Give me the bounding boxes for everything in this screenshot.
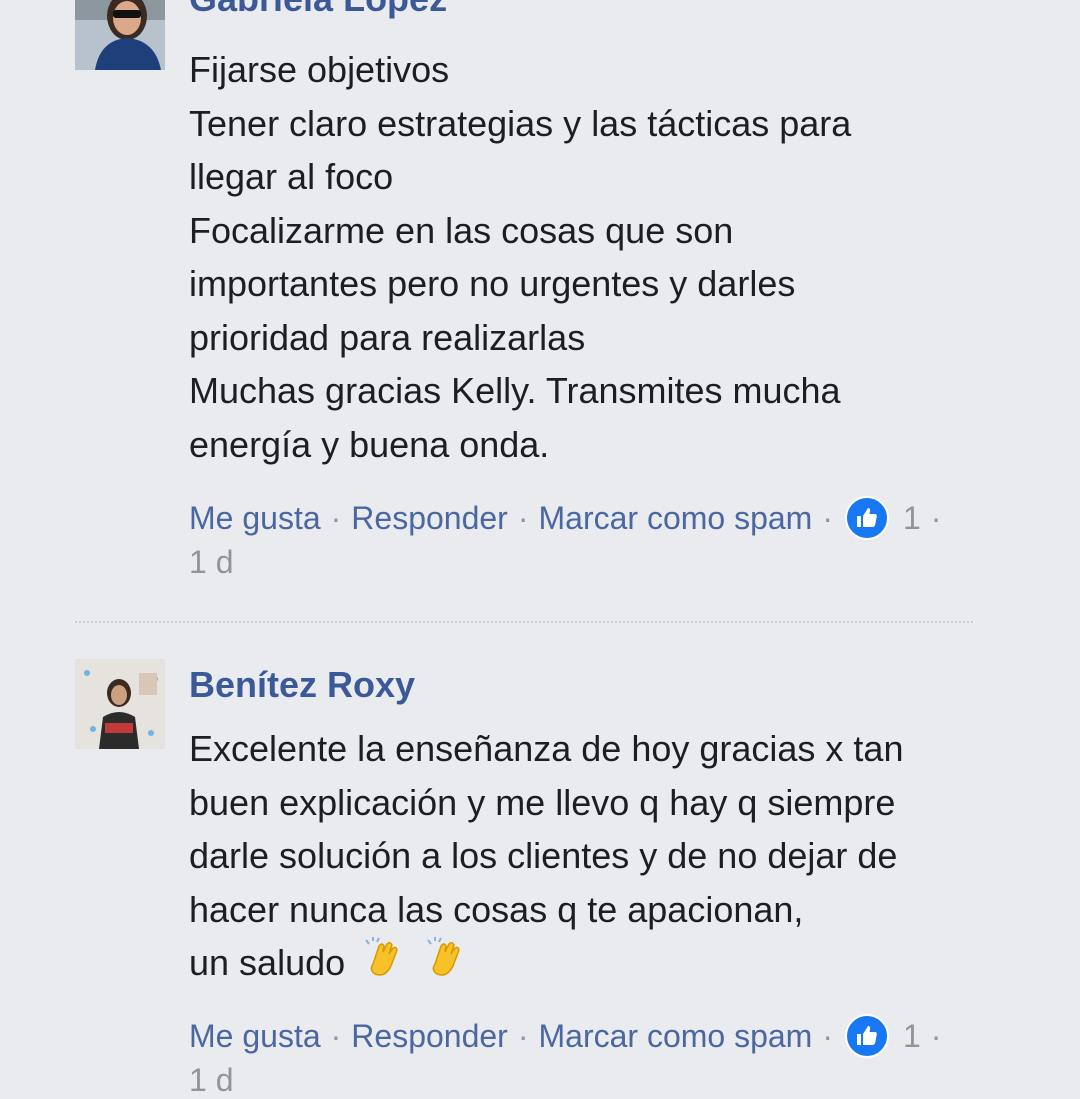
like-link[interactable]: Me gusta [189,1018,321,1055]
mark-spam-link[interactable]: Marcar como spam [538,1018,812,1055]
reply-link[interactable]: Responder [351,500,508,537]
separator: · [330,1017,342,1054]
comment-actions: Me gusta · Responder · Marcar como spam … [189,496,951,540]
comment-body: Excelente la enseñanza de hoy gracias x … [189,722,1049,995]
reply-link[interactable]: Responder [351,1018,508,1055]
comment-line: buen explicación y me llevo q hay q siem… [189,781,896,823]
mark-spam-link[interactable]: Marcar como spam [538,500,812,537]
avatar[interactable] [75,659,165,749]
comment-line: Tener claro estrategias y las tácticas p… [189,102,852,144]
comment-divider [75,621,973,623]
separator: · [930,499,942,536]
comment-author[interactable]: Gabriela López [189,0,447,20]
separator: · [517,499,529,536]
thumbs-up-icon[interactable] [844,496,889,540]
profile-photo-icon [75,659,165,749]
thumbs-up-icon[interactable] [844,1014,889,1058]
comment-line: Focalizarme en las cosas que son [189,209,734,251]
comment-line: un saludo [189,942,346,983]
comment-line: darle solución a los clientes y de no de… [189,835,898,876]
comment-line: Fijarse objetivos [189,49,450,90]
comment-line: prioridad para realizarlas [189,316,586,358]
like-link[interactable]: Me gusta [189,500,321,537]
comment-body: Fijarse objetivos Tener claro estrategia… [189,43,1049,471]
clapping-hands-icon [363,936,407,995]
separator: · [330,499,342,536]
avatar[interactable] [75,0,165,70]
separator: · [517,1017,529,1054]
like-count[interactable]: 1 [903,1018,921,1055]
comment-line: hacer nunca las cosas q te apacionan, [189,888,804,930]
comment-line: Excelente la enseñanza de hoy gracias x … [189,728,904,769]
comment-author[interactable]: Benítez Roxy [189,664,415,706]
separator: · [930,1017,942,1054]
clapping-hands-icon [425,936,469,995]
comment-last-line: un saludo [189,936,1049,995]
profile-photo-icon [75,0,165,70]
comment-timestamp[interactable]: 1 d [189,1062,233,1099]
comment-line: Muchas gracias Kelly. Transmites mucha [189,370,841,411]
comment-line: energía y buena onda. [189,423,550,465]
comment-timestamp[interactable]: 1 d [189,544,233,581]
comment-actions: Me gusta · Responder · Marcar como spam … [189,1014,951,1058]
comment-line: importantes pero no urgentes y darles [189,263,796,304]
comment-line: llegar al foco [189,156,394,197]
separator: · [822,1017,833,1054]
like-count[interactable]: 1 [903,500,921,537]
separator: · [822,499,833,536]
